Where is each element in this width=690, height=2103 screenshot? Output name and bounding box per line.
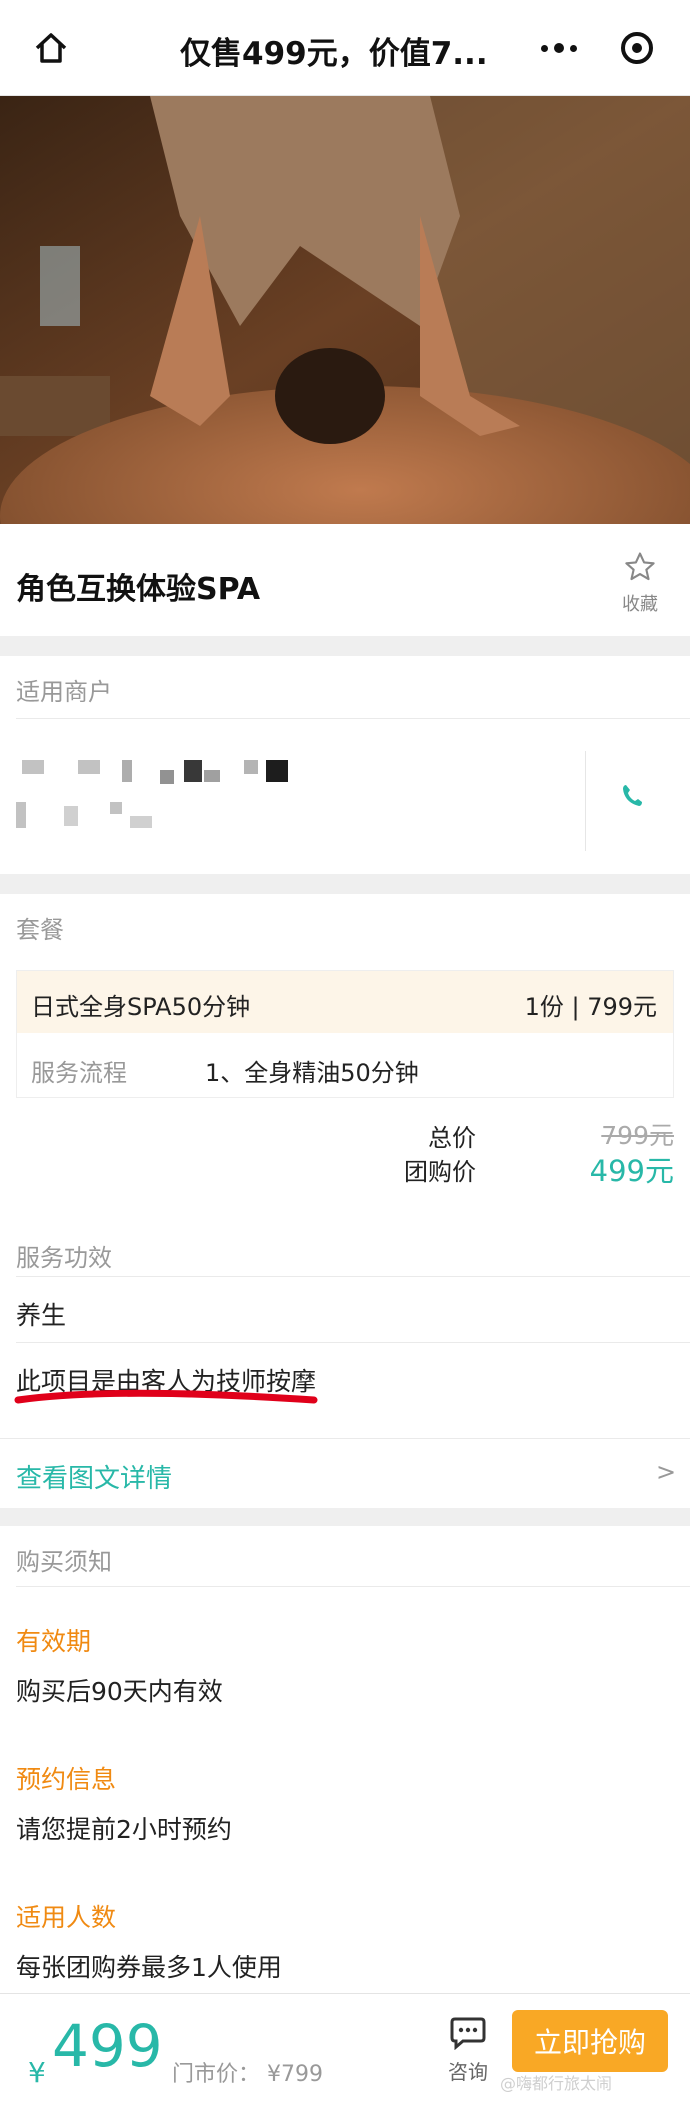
group-price-value: 499元 bbox=[589, 1154, 674, 1188]
divider bbox=[16, 1586, 690, 1587]
divider bbox=[0, 1438, 690, 1439]
currency-symbol: ¥ bbox=[28, 2056, 46, 2089]
consult-button[interactable]: 咨询 bbox=[440, 2016, 496, 2085]
home-button[interactable] bbox=[26, 26, 76, 70]
group-price-label: 团购价 bbox=[404, 1158, 476, 1186]
close-button[interactable] bbox=[598, 22, 676, 74]
validity-text: 购买后90天内有效 bbox=[16, 1677, 223, 1706]
people-title: 适用人数 bbox=[16, 1903, 117, 1932]
view-details-link[interactable]: 查看图文详情 bbox=[16, 1458, 172, 1495]
call-button[interactable] bbox=[612, 776, 652, 816]
booking-text: 请您提前2小时预约 bbox=[16, 1815, 232, 1844]
package-card: 套餐 日式全身SPA50分钟 1份 | 799元 服务流程 1、全身精油50分钟… bbox=[0, 894, 690, 1508]
watermark: @嗨都行旅太闹 bbox=[500, 2074, 613, 2093]
phone-divider bbox=[585, 751, 586, 851]
merchant-card: 适用商户 bbox=[0, 656, 690, 874]
booking-title: 预约信息 bbox=[16, 1765, 117, 1794]
purchase-notice-card: 购买须知 有效期 购买后90天内有效 预约信息 请您提前2小时预约 适用人数 每… bbox=[0, 1526, 690, 2010]
target-icon bbox=[621, 32, 653, 64]
divider bbox=[16, 718, 690, 719]
more-icon bbox=[541, 44, 548, 52]
merchant-section-title: 适用商户 bbox=[16, 678, 112, 706]
hero-image bbox=[0, 96, 690, 524]
service-process-value: 1、全身精油50分钟 bbox=[205, 1059, 419, 1087]
effect-section-title: 服务功效 bbox=[16, 1244, 112, 1272]
navbar: 仅售499元，价值7... bbox=[0, 0, 690, 96]
validity-title: 有效期 bbox=[16, 1627, 92, 1656]
people-text: 每张团购券最多1人使用 bbox=[16, 1953, 282, 1982]
divider bbox=[16, 1342, 690, 1343]
phone-icon bbox=[623, 785, 642, 806]
effect-item: 养生 bbox=[16, 1301, 67, 1330]
product-title: 角色互换体验SPA bbox=[16, 572, 261, 607]
package-item-name: 日式全身SPA50分钟 bbox=[31, 993, 251, 1021]
favorite-label: 收藏 bbox=[622, 594, 658, 615]
home-icon bbox=[35, 33, 67, 63]
favorite-button[interactable]: 收藏 bbox=[610, 550, 670, 616]
product-title-card: 角色互换体验SPA bbox=[0, 524, 690, 636]
buy-now-button[interactable]: 立即抢购 bbox=[512, 2010, 668, 2072]
package-item-header: 日式全身SPA50分钟 1份 | 799元 bbox=[17, 971, 673, 1033]
page-title: 仅售499元，价值7... bbox=[180, 36, 488, 72]
service-process-label: 服务流程 bbox=[31, 1059, 127, 1087]
package-item-qty-price: 1份 | 799元 bbox=[524, 993, 657, 1021]
mini-program-capsule bbox=[520, 22, 676, 74]
current-price: 499 bbox=[52, 2012, 163, 2080]
notice-section-title: 购买须知 bbox=[16, 1548, 112, 1576]
consult-label: 咨询 bbox=[448, 2060, 488, 2084]
total-price-label: 总价 bbox=[428, 1124, 476, 1152]
star-icon bbox=[625, 552, 655, 581]
chevron-right-icon[interactable]: > bbox=[656, 1458, 676, 1486]
more-button[interactable] bbox=[520, 22, 598, 74]
divider bbox=[16, 1276, 690, 1277]
total-price-value: 799元 bbox=[601, 1121, 674, 1150]
package-item: 日式全身SPA50分钟 1份 | 799元 服务流程 1、全身精油50分钟 bbox=[16, 970, 674, 1098]
package-section-title: 套餐 bbox=[16, 916, 64, 944]
market-price: 门市价： ¥799 bbox=[172, 2062, 323, 2087]
red-underline-annotation bbox=[14, 1389, 318, 1404]
chat-bubble-icon bbox=[450, 2017, 486, 2051]
